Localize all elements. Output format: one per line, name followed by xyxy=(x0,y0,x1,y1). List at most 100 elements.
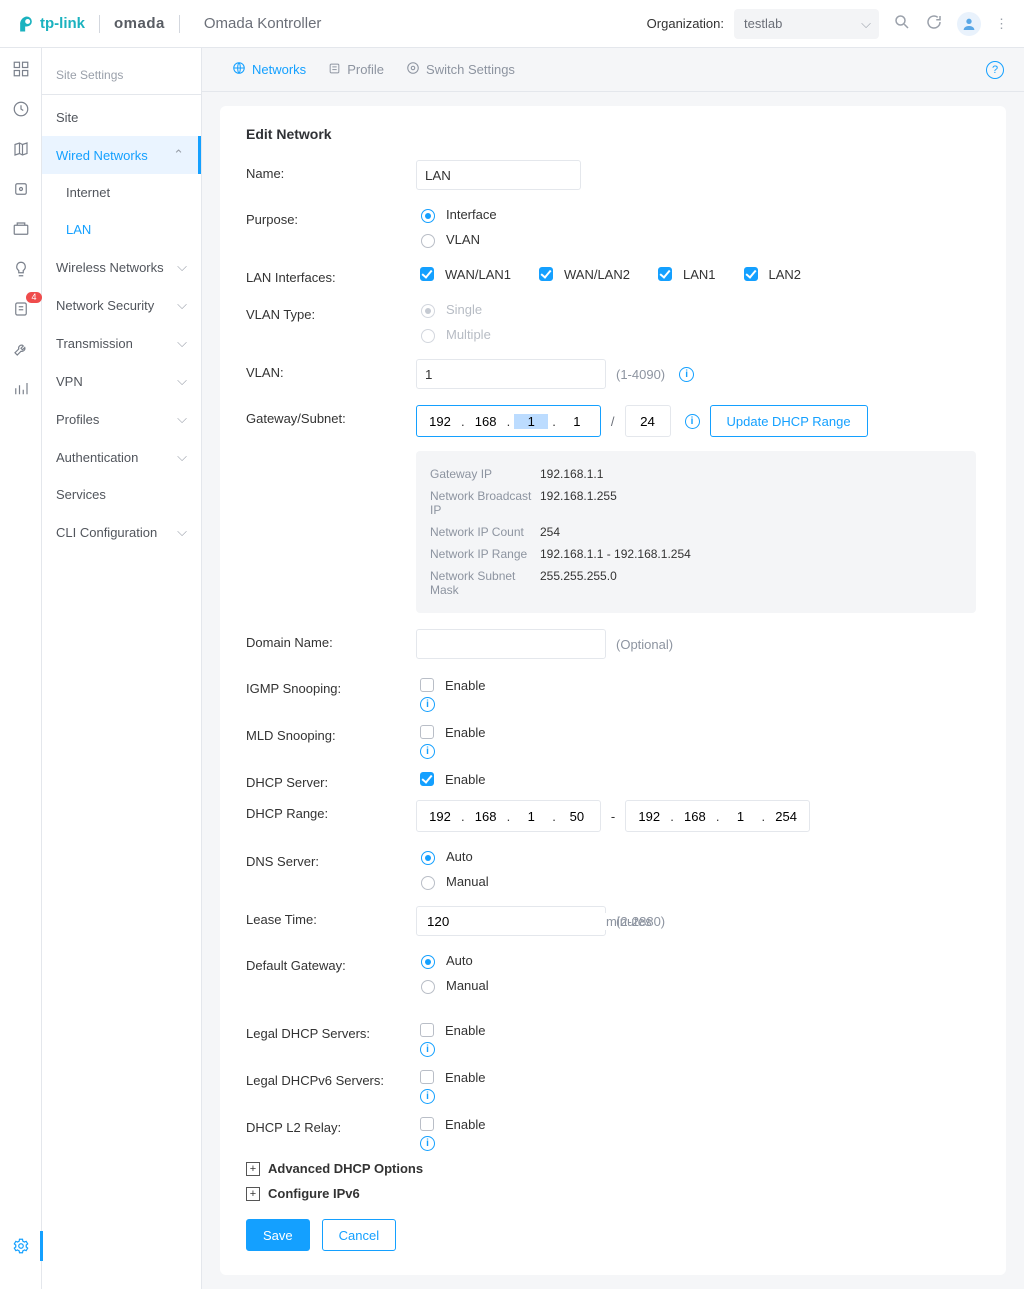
dns-manual-radio[interactable]: Manual xyxy=(416,873,980,890)
sidebar-item-cli-configuration[interactable]: CLI Configuration⌵ xyxy=(42,513,201,551)
chevron-down-icon: ⌵ xyxy=(177,411,187,427)
vlan-input[interactable] xyxy=(416,359,606,389)
legal-dhcp-check[interactable]: Enable xyxy=(416,1020,980,1040)
sidebar-item-authentication[interactable]: Authentication⌵ xyxy=(42,438,201,476)
name-input[interactable] xyxy=(416,160,581,190)
rail-insights[interactable] xyxy=(10,258,32,280)
info-icon[interactable]: i xyxy=(420,1089,435,1104)
subnet-input[interactable] xyxy=(625,405,671,437)
sidebar: Site Settings Site Wired Networks ⌃ Inte… xyxy=(42,48,202,1289)
rail-reports[interactable] xyxy=(10,378,32,400)
info-icon[interactable]: i xyxy=(420,1042,435,1057)
save-button[interactable]: Save xyxy=(246,1219,310,1251)
rail-clients[interactable] xyxy=(10,218,32,240)
lease-hint: (2-2880) xyxy=(616,914,665,929)
tab-switch-settings[interactable]: Switch Settings xyxy=(406,61,515,78)
sidebar-item-services[interactable]: Services xyxy=(42,476,201,513)
tab-profile[interactable]: Profile xyxy=(328,62,384,78)
defgw-auto-radio[interactable]: Auto xyxy=(416,952,980,969)
domain-name-input[interactable] xyxy=(416,629,606,659)
lease-time-label: Lease Time: xyxy=(246,906,416,927)
info-icon[interactable]: i xyxy=(420,697,435,712)
rail-dashboard[interactable] xyxy=(10,58,32,80)
lanif-lan2[interactable]: LAN2 xyxy=(740,264,802,284)
sidebar-item-vpn[interactable]: VPN⌵ xyxy=(42,362,201,400)
topbar: tp-link omada Omada Kontroller Organizat… xyxy=(0,0,1024,48)
more-icon[interactable]: ⋮ xyxy=(995,16,1008,32)
purpose-label: Purpose: xyxy=(246,206,416,227)
info-icon[interactable]: i xyxy=(420,1136,435,1151)
igmp-enable-check[interactable]: Enable xyxy=(416,675,980,695)
lanif-wanlan2[interactable]: WAN/LAN2 xyxy=(535,264,630,284)
dns-auto-radio[interactable]: Auto xyxy=(416,848,980,865)
rail-settings[interactable] xyxy=(10,1235,32,1257)
slash: / xyxy=(611,414,615,429)
sidebar-item-internet[interactable]: Internet xyxy=(42,174,201,211)
rail-log[interactable]: 4 xyxy=(10,298,32,320)
update-dhcp-range-button[interactable]: Update DHCP Range xyxy=(710,405,868,437)
configure-ipv6-expander[interactable]: + Configure IPv6 xyxy=(246,1186,980,1201)
globe-icon xyxy=(232,61,246,78)
gateway-subnet-label: Gateway/Subnet: xyxy=(246,405,416,426)
chevron-down-icon: ⌵ xyxy=(861,16,871,32)
gear-icon xyxy=(406,61,420,78)
plus-icon: + xyxy=(246,1187,260,1201)
search-icon[interactable] xyxy=(893,13,911,34)
rail-map[interactable] xyxy=(10,138,32,160)
sidebar-item-network-security[interactable]: Network Security⌵ xyxy=(42,286,201,324)
vlan-type-single: Single xyxy=(416,301,980,318)
sidebar-item-site[interactable]: Site xyxy=(42,99,201,136)
left-rail: 4 xyxy=(0,48,42,1289)
rail-tools[interactable] xyxy=(10,338,32,360)
help-icon[interactable]: ? xyxy=(986,61,1004,79)
legal-dhcpv6-check[interactable]: Enable xyxy=(416,1067,980,1087)
sidebar-item-lan[interactable]: LAN xyxy=(42,211,201,248)
lanif-lan1[interactable]: LAN1 xyxy=(654,264,716,284)
info-icon[interactable]: i xyxy=(685,414,700,429)
lanif-wanlan1[interactable]: WAN/LAN1 xyxy=(416,264,511,284)
info-icon[interactable]: i xyxy=(420,744,435,759)
user-avatar[interactable] xyxy=(957,12,981,36)
purpose-interface-radio[interactable]: Interface xyxy=(416,206,980,223)
igmp-label: IGMP Snooping: xyxy=(246,675,416,696)
advanced-dhcp-expander[interactable]: + Advanced DHCP Options xyxy=(246,1161,980,1176)
dhcp-server-enable-check[interactable]: Enable xyxy=(416,769,980,789)
tabs: Networks Profile Switch Settings ? xyxy=(202,48,1024,92)
sidebar-item-wireless-networks[interactable]: Wireless Networks⌵ xyxy=(42,248,201,286)
org-value: testlab xyxy=(744,16,782,31)
plus-icon: + xyxy=(246,1162,260,1176)
sidebar-item-profiles[interactable]: Profiles⌵ xyxy=(42,400,201,438)
org-label: Organization: xyxy=(647,16,724,31)
purpose-vlan-radio[interactable]: VLAN xyxy=(416,231,980,248)
defgw-manual-radio[interactable]: Manual xyxy=(416,977,980,994)
rail-devices[interactable] xyxy=(10,178,32,200)
dhcp-server-label: DHCP Server: xyxy=(246,769,416,790)
dhcp-l2-relay-check[interactable]: Enable xyxy=(416,1114,980,1134)
sidebar-item-transmission[interactable]: Transmission⌵ xyxy=(42,324,201,362)
info-icon[interactable]: i xyxy=(679,367,694,382)
mld-label: MLD Snooping: xyxy=(246,722,416,743)
tplink-logo: tp-link xyxy=(16,14,85,34)
refresh-icon[interactable] xyxy=(925,13,943,34)
range-dash: - xyxy=(611,809,615,824)
gateway-ip-input[interactable]: . . . xyxy=(416,405,601,437)
panel-title: Edit Network xyxy=(246,126,980,142)
mld-enable-check[interactable]: Enable xyxy=(416,722,980,742)
brand-tp-text: tp-link xyxy=(40,15,85,32)
dhcp-range-from[interactable]: . . . xyxy=(416,800,601,832)
org-dropdown[interactable]: testlab ⌵ xyxy=(734,9,879,39)
vlan-hint: (1-4090) xyxy=(616,367,665,382)
dhcp-range-to[interactable]: . . . xyxy=(625,800,810,832)
rail-stats[interactable] xyxy=(10,98,32,120)
chevron-down-icon: ⌵ xyxy=(177,259,187,275)
lease-time-input[interactable]: minutes xyxy=(416,906,606,936)
tab-networks[interactable]: Networks xyxy=(232,61,306,78)
separator xyxy=(99,15,100,33)
cancel-button[interactable]: Cancel xyxy=(322,1219,396,1251)
lan-interfaces-label: LAN Interfaces: xyxy=(246,264,416,285)
edit-network-panel: Edit Network Name: Purpose: Interface VL… xyxy=(220,106,1006,1275)
chevron-down-icon: ⌵ xyxy=(177,524,187,540)
vlan-label: VLAN: xyxy=(246,359,416,380)
sidebar-item-wired-networks[interactable]: Wired Networks ⌃ xyxy=(42,136,201,174)
notification-badge: 4 xyxy=(26,292,41,303)
